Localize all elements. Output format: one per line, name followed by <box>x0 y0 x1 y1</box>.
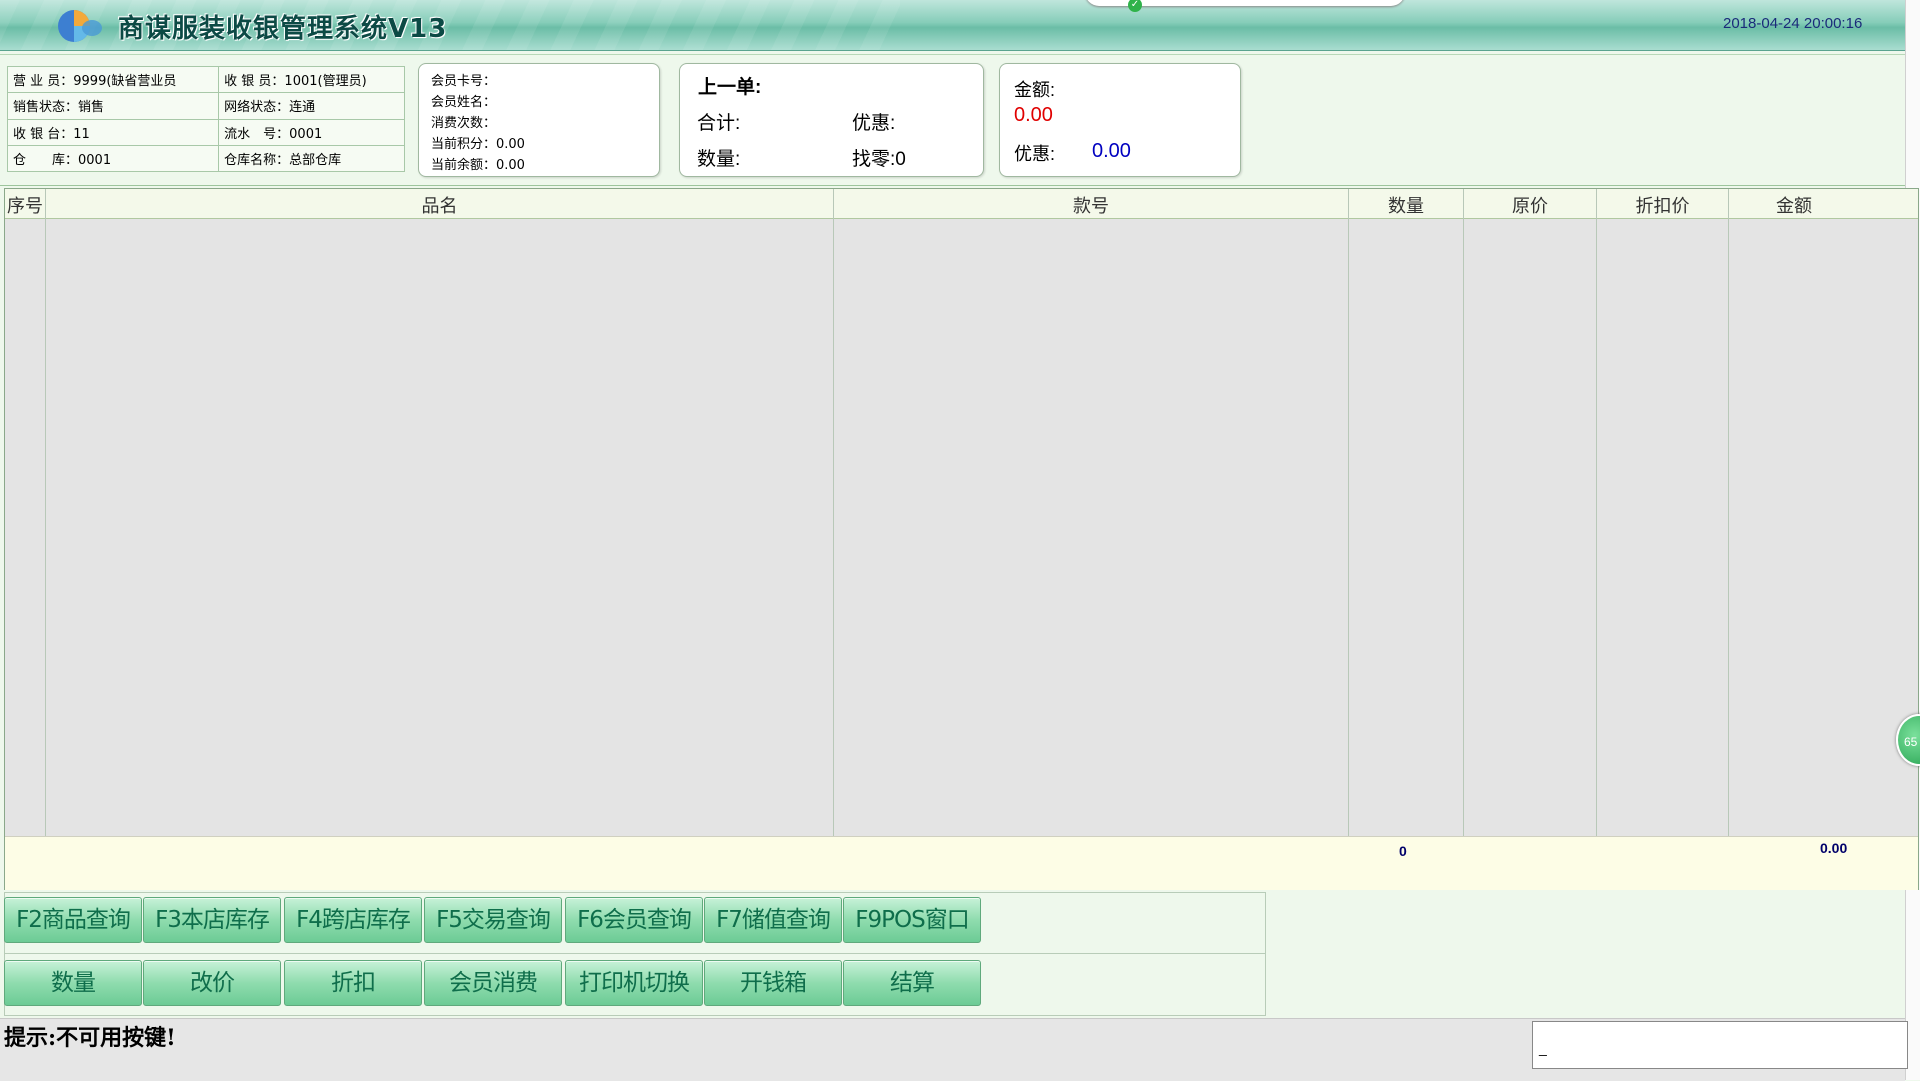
salesperson-info: 营 业 员：9999(缺省营业员 <box>6 65 220 94</box>
sale-status: 销售状态：销售 <box>6 92 220 120</box>
header-orig-price: 原价 <box>1512 196 1548 216</box>
app-logo-icon <box>58 10 102 42</box>
cashier-info: 收 银 员：1001(管理员) <box>218 65 405 94</box>
serial-no: 流水 号：0001 <box>218 118 405 146</box>
hint-text: 提示:不可用按键! <box>4 1025 176 1051</box>
column-orig-price <box>1464 189 1597 889</box>
amount-value: 0.00 <box>1014 104 1053 126</box>
f3-store-stock-button[interactable]: F3本店库存 <box>143 897 281 943</box>
footer-amount-total: 0.00 <box>1820 840 1848 856</box>
switch-printer-button[interactable]: 打印机切换 <box>565 960 703 1006</box>
header-seq: 序号 <box>7 196 43 216</box>
amount-discount-value: 0.00 <box>1092 140 1131 162</box>
column-qty <box>1349 189 1464 889</box>
quantity-button[interactable]: 数量 <box>4 960 142 1006</box>
last-order-title: 上一单: <box>698 77 762 98</box>
column-name <box>46 189 834 889</box>
discount-button[interactable]: 折扣 <box>284 960 422 1006</box>
member-info-card: 会员卡号： 会员姓名： 消费次数： 当前积分：0.00 当前余额：0.00 <box>418 63 660 177</box>
last-order-card: 上一单: 合计: 优惠: 数量: 找零:0 <box>679 63 984 177</box>
last-order-total: 合计: <box>697 113 741 134</box>
table-footer: 0 0.00 <box>5 836 1918 890</box>
f5-transaction-query-button[interactable]: F5交易查询 <box>424 897 562 943</box>
member-balance: 当前余额：0.00 <box>431 158 525 173</box>
amount-label: 金额: <box>1014 80 1056 100</box>
last-order-change: 找零:0 <box>852 149 906 170</box>
open-cash-drawer-button[interactable]: 开钱箱 <box>704 960 842 1006</box>
f4-cross-store-stock-button[interactable]: F4跨店库存 <box>284 897 422 943</box>
column-seq <box>5 189 46 889</box>
header-style-no: 款号 <box>1073 196 1109 216</box>
column-style-no <box>834 189 1349 889</box>
header-name: 品名 <box>421 196 458 216</box>
f9-pos-window-button[interactable]: F9POS窗口 <box>843 897 981 943</box>
header-amount: 金额 <box>1776 196 1812 216</box>
column-discount-price <box>1597 189 1729 889</box>
header-qty: 数量 <box>1388 196 1424 216</box>
f7-stored-value-query-button[interactable]: F7储值查询 <box>704 897 842 943</box>
f6-member-query-button[interactable]: F6会员查询 <box>565 897 703 943</box>
register-no: 收 银 台：11 <box>6 118 220 146</box>
datetime-display: 2018-04-24 20:00:16 <box>1723 15 1863 32</box>
f2-product-query-button[interactable]: F2商品查询 <box>4 897 142 943</box>
warehouse-code: 仓 库：0001 <box>6 144 220 173</box>
last-order-discount: 优惠: <box>852 113 896 134</box>
header-discount-price: 折扣价 <box>1635 196 1690 216</box>
member-points: 当前积分：0.00 <box>431 137 525 152</box>
checkout-button[interactable]: 结算 <box>843 960 981 1006</box>
member-visits: 消费次数： <box>431 116 497 131</box>
warehouse-name: 仓库名称：总部仓库 <box>218 144 405 173</box>
network-status: 网络状态：连通 <box>218 92 405 120</box>
footer-qty-total: 0 <box>1399 843 1407 859</box>
member-card-no: 会员卡号： <box>431 74 497 89</box>
amount-discount-label: 优惠: <box>1014 144 1056 164</box>
change-price-button[interactable]: 改价 <box>143 960 281 1006</box>
app-title: 商谋服装收银管理系统V13 <box>118 14 448 44</box>
button-panel-divider <box>4 953 1266 954</box>
member-consume-button[interactable]: 会员消费 <box>424 960 562 1006</box>
member-name: 会员姓名： <box>431 95 497 110</box>
barcode-input[interactable]: _ <box>1532 1021 1908 1069</box>
sales-item-table[interactable]: 序号 品名 款号 数量 原价 折扣价 金额 0 0.00 <box>4 188 1919 890</box>
title-bar: 商谋服装收银管理系统V13 2018-04-24 20:00:16 <box>0 0 1905 51</box>
staff-info-table: 营 业 员：9999(缺省营业员 收 银 员：1001(管理员) 销售状态：销售… <box>6 65 405 173</box>
last-order-qty: 数量: <box>697 149 741 170</box>
top-status-tab[interactable]: ✓ <box>1085 0 1405 12</box>
amount-card: 金额: 0.00 优惠: 0.00 <box>999 63 1241 177</box>
